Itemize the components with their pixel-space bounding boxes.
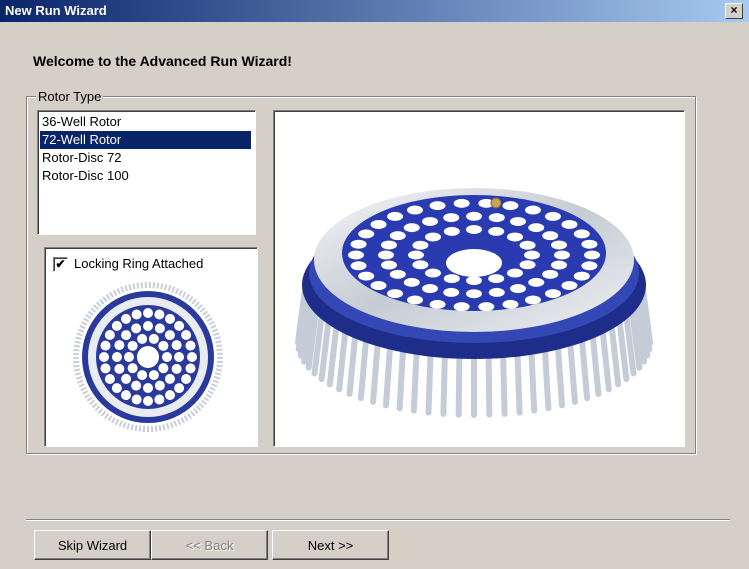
rotor-preview-panel [273, 110, 685, 447]
list-item[interactable]: 36-Well Rotor [40, 113, 251, 131]
window-title: New Run Wizard [5, 3, 107, 18]
back-button[interactable]: << Back [151, 530, 268, 560]
next-button[interactable]: Next >> [272, 530, 389, 560]
small-rotor-image [73, 282, 223, 432]
locking-ring-label[interactable]: Locking Ring Attached [74, 256, 203, 271]
welcome-heading: Welcome to the Advanced Run Wizard! [33, 53, 292, 69]
locking-ring-panel: ✔ Locking Ring Attached [44, 247, 258, 447]
rotor-type-list[interactable]: 36-Well Rotor 72-Well Rotor Rotor-Disc 7… [37, 110, 256, 235]
button-separator [26, 519, 730, 521]
skip-wizard-button[interactable]: Skip Wizard [34, 530, 151, 560]
large-rotor-image [295, 188, 653, 418]
list-item[interactable]: 72-Well Rotor [40, 131, 251, 149]
rotor-type-legend: Rotor Type [36, 89, 104, 104]
list-item[interactable]: Rotor-Disc 72 [40, 149, 251, 167]
locking-ring-checkbox[interactable]: ✔ [53, 257, 68, 272]
title-bar[interactable]: New Run Wizard × [0, 0, 749, 22]
close-button[interactable]: × [725, 3, 743, 19]
list-item[interactable]: Rotor-Disc 100 [40, 167, 251, 185]
wizard-window: New Run Wizard × Welcome to the Advanced… [0, 0, 749, 569]
